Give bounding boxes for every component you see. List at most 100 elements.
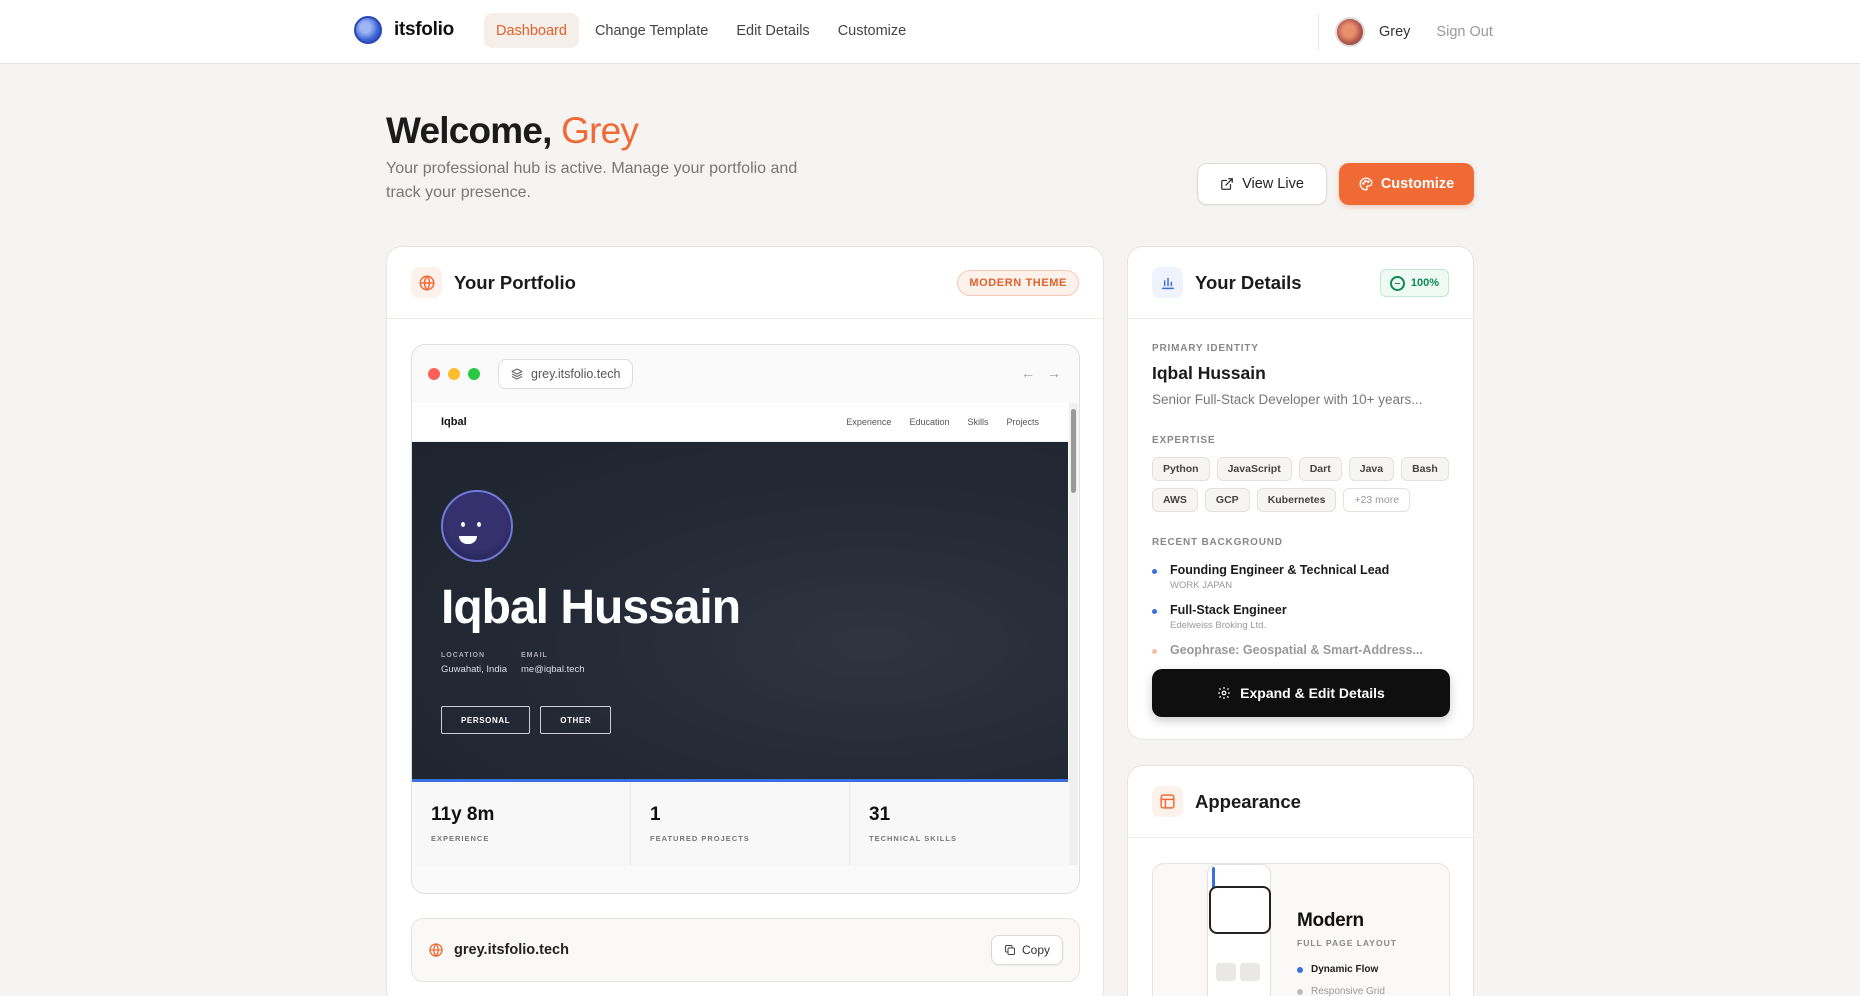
welcome-name: Grey bbox=[561, 110, 639, 151]
preview-url-box[interactable]: grey.itsfolio.tech bbox=[498, 359, 634, 389]
background-list: Founding Engineer & Technical Lead WORK … bbox=[1152, 563, 1452, 669]
portfolio-url[interactable]: grey.itsfolio.tech bbox=[454, 942, 569, 958]
email-block: EMAIL me@iqbal.tech bbox=[521, 652, 585, 675]
view-live-button[interactable]: View Live bbox=[1197, 163, 1327, 205]
portfolio-title: Your Portfolio bbox=[454, 271, 576, 293]
more-tags[interactable]: +23 more bbox=[1343, 488, 1411, 512]
main-nav: Dashboard Change Template Edit Details C… bbox=[484, 13, 918, 48]
expertise-tags: Python JavaScript Dart Java Bash AWS GCP… bbox=[1152, 457, 1452, 512]
location-value: Guwahati, India bbox=[441, 664, 508, 675]
feature-item: Dynamic Flow bbox=[1297, 964, 1378, 975]
feature-label: Responsive Grid bbox=[1311, 986, 1385, 996]
stat-value: 31 bbox=[869, 804, 891, 825]
background-sub: Edelweiss Broking Ltd. bbox=[1170, 620, 1267, 631]
external-link-icon bbox=[1221, 178, 1233, 190]
gear-icon bbox=[1218, 687, 1230, 699]
view-live-label: View Live bbox=[1242, 176, 1304, 192]
feature-item: Responsive Grid bbox=[1297, 986, 1385, 996]
expertise-label: EXPERTISE bbox=[1152, 435, 1216, 446]
maximize-dot-icon bbox=[468, 368, 480, 380]
identity-role: Senior Full-Stack Developer with 10+ yea… bbox=[1152, 392, 1423, 407]
site-link[interactable]: Skills bbox=[967, 417, 988, 427]
completion-badge: 100% bbox=[1379, 269, 1449, 297]
app-name: itsfolio bbox=[394, 19, 454, 40]
arrow-right-icon[interactable]: → bbox=[1047, 365, 1061, 381]
nav-dashboard[interactable]: Dashboard bbox=[484, 13, 579, 48]
hero-meta: LOCATION Guwahati, India EMAIL me@iqbal.… bbox=[441, 652, 585, 675]
appearance-title: Appearance bbox=[1195, 790, 1301, 812]
browser-arrows: ← → bbox=[1021, 365, 1061, 381]
expand-edit-label: Expand & Edit Details bbox=[1240, 685, 1385, 701]
customize-button[interactable]: Customize bbox=[1339, 163, 1474, 205]
personal-button[interactable]: PERSONAL bbox=[441, 706, 531, 734]
site-link[interactable]: Experience bbox=[846, 417, 891, 427]
stat-label: EXPERIENCE bbox=[431, 834, 490, 843]
skill-tag: Java bbox=[1348, 457, 1395, 481]
customize-label: Customize bbox=[1380, 176, 1455, 192]
site-link[interactable]: Projects bbox=[1006, 417, 1039, 427]
app-logo[interactable]: itsfolio bbox=[354, 16, 454, 44]
nav-customize[interactable]: Customize bbox=[826, 13, 919, 48]
background-sub: WORK JAPAN bbox=[1170, 580, 1233, 591]
other-button[interactable]: OTHER bbox=[540, 706, 612, 734]
nav-edit-details[interactable]: Edit Details bbox=[724, 13, 821, 48]
email-label: EMAIL bbox=[521, 652, 548, 659]
skill-tag: GCP bbox=[1204, 488, 1250, 512]
background-item: Full-Stack Engineer Edelweiss Broking Lt… bbox=[1152, 603, 1452, 631]
layout-preview[interactable]: Modern FULL PAGE LAYOUT Dynamic Flow Res… bbox=[1152, 863, 1450, 996]
skill-tag: Python bbox=[1152, 457, 1210, 481]
user-name: Grey bbox=[1379, 24, 1411, 40]
minimize-dot-icon bbox=[448, 368, 460, 380]
copy-button[interactable]: Copy bbox=[990, 935, 1063, 965]
welcome-text: Welcome, bbox=[386, 110, 552, 151]
site-stats: 11y 8m EXPERIENCE 1 FEATURED PROJECTS 31… bbox=[412, 782, 1068, 866]
site-hero: Iqbal Hussain LOCATION Guwahati, India E… bbox=[412, 442, 1068, 782]
user-area: Grey Sign Out bbox=[1318, 14, 1493, 50]
appearance-card: Appearance Modern FULL PAGE LAYOUT Dynam… bbox=[1127, 765, 1474, 996]
nav-change-template[interactable]: Change Template bbox=[583, 13, 720, 48]
logo-icon bbox=[354, 16, 382, 44]
location-label: LOCATION bbox=[441, 652, 486, 659]
details-title: Your Details bbox=[1195, 271, 1302, 293]
selection-frame bbox=[1209, 886, 1271, 934]
identity-name: Iqbal Hussain bbox=[1152, 363, 1266, 383]
hero-buttons: PERSONAL OTHER bbox=[441, 706, 612, 734]
globe-icon bbox=[411, 267, 442, 298]
stat-label: TECHNICAL SKILLS bbox=[869, 834, 957, 843]
stat-experience: 11y 8m EXPERIENCE bbox=[412, 782, 631, 866]
sign-out-link[interactable]: Sign Out bbox=[1436, 24, 1492, 40]
background-label: RECENT BACKGROUND bbox=[1152, 537, 1283, 548]
profile-avatar-icon bbox=[441, 490, 513, 562]
palette-icon bbox=[1359, 177, 1373, 191]
background-item: Founding Engineer & Technical Lead WORK … bbox=[1152, 563, 1452, 591]
background-title: Full-Stack Engineer bbox=[1170, 603, 1287, 617]
globe-icon bbox=[429, 943, 443, 957]
portfolio-preview: grey.itsfolio.tech ← → Iqbal Experience … bbox=[411, 344, 1080, 894]
skill-tag: Dart bbox=[1298, 457, 1342, 481]
completion-value: 100% bbox=[1410, 277, 1439, 289]
skill-tag: Bash bbox=[1401, 457, 1449, 481]
hero-name: Iqbal Hussain bbox=[441, 581, 741, 634]
user-avatar[interactable] bbox=[1335, 17, 1365, 47]
stat-value: 1 bbox=[650, 804, 661, 825]
scroll-thumb[interactable] bbox=[1071, 409, 1076, 493]
expand-edit-button[interactable]: Expand & Edit Details bbox=[1152, 669, 1450, 717]
stat-value: 11y 8m bbox=[431, 804, 495, 825]
copy-icon bbox=[1004, 945, 1015, 955]
skill-tag: JavaScript bbox=[1216, 457, 1292, 481]
site-preview[interactable]: Iqbal Experience Education Skills Projec… bbox=[412, 403, 1068, 866]
site-link[interactable]: Education bbox=[909, 417, 949, 427]
close-dot-icon bbox=[428, 368, 440, 380]
preview-scrollbar[interactable] bbox=[1069, 403, 1078, 865]
site-brand: Iqbal bbox=[441, 416, 467, 428]
background-title: Geophrase: Geospatial & Smart-Address... bbox=[1170, 643, 1423, 657]
appearance-card-header: Appearance bbox=[1128, 766, 1473, 838]
bar-chart-icon bbox=[1152, 267, 1183, 298]
layout-icon bbox=[1152, 786, 1183, 817]
arrow-left-icon[interactable]: ← bbox=[1021, 365, 1035, 381]
background-title: Founding Engineer & Technical Lead bbox=[1170, 563, 1390, 577]
portfolio-url-row: grey.itsfolio.tech Copy bbox=[411, 918, 1080, 982]
layers-icon bbox=[511, 368, 523, 380]
site-links: Experience Education Skills Projects bbox=[846, 417, 1039, 427]
layout-name: Modern bbox=[1297, 910, 1364, 931]
